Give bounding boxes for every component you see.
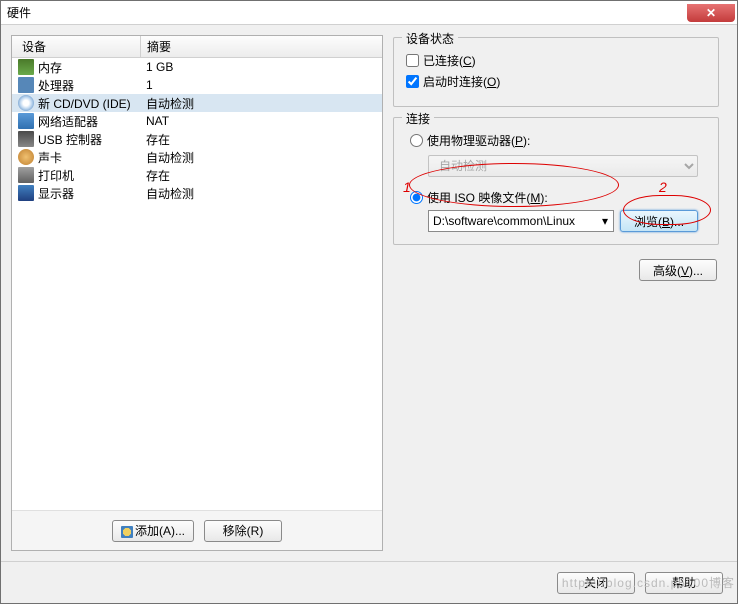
- connection-group: 连接 使用物理驱动器(P): 自动检测 使用 ISO 映像文件(M): ▾ 浏览…: [393, 117, 719, 245]
- connected-checkbox[interactable]: [406, 54, 419, 67]
- iso-path-input[interactable]: [428, 210, 614, 232]
- device-name: 打印机: [38, 167, 144, 184]
- close-button[interactable]: 关闭: [557, 572, 635, 594]
- cpu-icon: [18, 77, 34, 93]
- device-summary: NAT: [144, 114, 382, 128]
- usb-icon: [18, 131, 34, 147]
- footer: 关闭 帮助: [1, 561, 737, 603]
- table-row[interactable]: 声卡 自动检测: [12, 148, 382, 166]
- add-button[interactable]: 添加(A)...: [112, 520, 194, 542]
- physical-drive-select[interactable]: 自动检测: [428, 155, 698, 177]
- help-button[interactable]: 帮助: [645, 572, 723, 594]
- connect-at-poweron-checkbox[interactable]: [406, 75, 419, 88]
- device-summary: 1 GB: [144, 60, 382, 74]
- iso-file-label: 使用 ISO 映像文件(M):: [427, 189, 548, 206]
- printer-icon: [18, 167, 34, 183]
- physical-drive-label: 使用物理驱动器(P):: [427, 132, 530, 149]
- column-device[interactable]: 设备: [12, 38, 140, 55]
- remove-button[interactable]: 移除(R): [204, 520, 282, 542]
- device-name: 处理器: [38, 77, 144, 94]
- device-list-panel: 设备 摘要 内存 1 GB 处理器 1 新 CD/DVD (IDE) 自动检测: [11, 35, 383, 551]
- device-name: 声卡: [38, 149, 144, 166]
- table-row[interactable]: USB 控制器 存在: [12, 130, 382, 148]
- device-status-group: 设备状态 已连接(C) 启动时连接(O): [393, 37, 719, 107]
- window-title: 硬件: [1, 4, 31, 21]
- table-row[interactable]: 新 CD/DVD (IDE) 自动检测: [12, 94, 382, 112]
- table-row[interactable]: 内存 1 GB: [12, 58, 382, 76]
- device-name: 显示器: [38, 185, 144, 202]
- sound-icon: [18, 149, 34, 165]
- memory-icon: [18, 59, 34, 75]
- connection-legend: 连接: [402, 110, 434, 127]
- device-table-header: 设备 摘要: [12, 36, 382, 58]
- iso-file-radio[interactable]: [410, 191, 423, 204]
- device-summary: 自动检测: [144, 149, 382, 166]
- table-row[interactable]: 打印机 存在: [12, 166, 382, 184]
- device-summary: 自动检测: [144, 95, 382, 112]
- annotation-1: 1: [403, 179, 411, 195]
- advanced-button[interactable]: 高级(V)...: [639, 259, 717, 281]
- device-name: 内存: [38, 59, 144, 76]
- chevron-down-icon[interactable]: ▾: [602, 214, 608, 228]
- table-row[interactable]: 处理器 1: [12, 76, 382, 94]
- table-row[interactable]: 网络适配器 NAT: [12, 112, 382, 130]
- browse-button[interactable]: 浏览(B)...: [620, 210, 698, 232]
- annotation-2: 2: [659, 179, 667, 195]
- table-row[interactable]: 显示器 自动检测: [12, 184, 382, 202]
- close-icon[interactable]: ✕: [687, 4, 735, 22]
- device-summary: 自动检测: [144, 185, 382, 202]
- device-name: 网络适配器: [38, 113, 144, 130]
- connected-label: 已连接(C): [423, 52, 476, 69]
- shield-icon: [121, 526, 133, 538]
- titlebar: 硬件 ✕: [1, 1, 737, 25]
- network-icon: [18, 113, 34, 129]
- cd-icon: [18, 95, 34, 111]
- device-name: 新 CD/DVD (IDE): [38, 95, 144, 112]
- device-name: USB 控制器: [38, 131, 144, 148]
- device-summary: 存在: [144, 167, 382, 184]
- device-summary: 1: [144, 78, 382, 92]
- display-icon: [18, 185, 34, 201]
- device-summary: 存在: [144, 131, 382, 148]
- physical-drive-radio[interactable]: [410, 134, 423, 147]
- column-summary[interactable]: 摘要: [140, 36, 382, 57]
- device-status-legend: 设备状态: [402, 30, 458, 47]
- connect-at-poweron-label: 启动时连接(O): [423, 73, 500, 90]
